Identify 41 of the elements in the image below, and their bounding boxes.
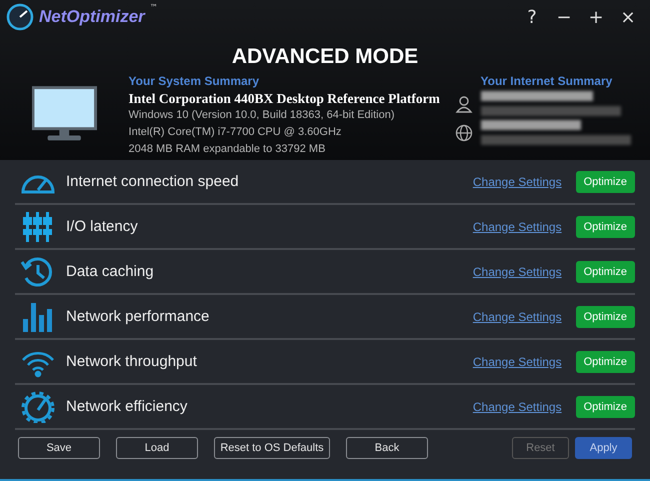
- system-info-line: Intel(R) Core(TM) i7-7700 CPU @ 3.60GHz: [128, 125, 342, 140]
- app-logo-text: NetOptimizer: [39, 7, 145, 27]
- optimization-label: Network efficiency: [66, 398, 188, 415]
- change-settings-link[interactable]: Change Settings: [472, 174, 562, 188]
- user-icon: [454, 94, 473, 112]
- change-settings-link[interactable]: Change Settings: [472, 220, 562, 234]
- optimize-button[interactable]: Optimize: [576, 260, 635, 282]
- system-info-line: Intel Corporation 440BX Desktop Reference Platform: [128, 91, 439, 107]
- trademark: ™: [150, 3, 158, 12]
- help-button[interactable]: ?: [518, 6, 546, 28]
- optimize-button[interactable]: Optimize: [576, 306, 635, 328]
- footer-button[interactable]: Load: [116, 437, 198, 459]
- optimization-label: Network performance: [66, 308, 210, 325]
- change-settings-link[interactable]: Change Settings: [472, 264, 562, 278]
- optimization-label: Network throughput: [66, 353, 198, 370]
- optimization-label: Data caching: [66, 263, 155, 280]
- primary-button[interactable]: Apply: [575, 437, 632, 459]
- optimization-label: Internet connection speed: [66, 173, 240, 190]
- monitor-icon: [32, 86, 97, 142]
- optimization-label: I/O latency: [66, 218, 139, 235]
- system-summary-heading: Your System Summary: [128, 74, 260, 88]
- optimize-button[interactable]: Optimize: [576, 170, 635, 192]
- change-settings-link[interactable]: Change Settings: [472, 354, 562, 368]
- maximize-button[interactable]: +: [582, 6, 610, 28]
- change-settings-link[interactable]: Change Settings: [472, 400, 562, 414]
- gauge-logo-icon: [6, 3, 34, 31]
- optimize-button[interactable]: Optimize: [576, 216, 635, 238]
- footer-button[interactable]: Save: [18, 437, 100, 459]
- close-button[interactable]: ×: [614, 6, 642, 28]
- globe-icon: [454, 124, 473, 142]
- change-settings-link[interactable]: Change Settings: [472, 310, 562, 324]
- mode-title: ADVANCED MODE: [230, 45, 420, 69]
- gear-gauge-icon: [20, 390, 56, 422]
- footer-button[interactable]: Back: [346, 437, 428, 459]
- optimize-button[interactable]: Optimize: [576, 350, 635, 372]
- system-info-line: Windows 10 (Version 10.0, Build 18363, 64-bit Edition): [128, 108, 396, 123]
- internet-summary-heading: Your Internet Summary: [480, 74, 614, 88]
- optimize-button[interactable]: Optimize: [576, 396, 635, 418]
- system-info-line: 2048 MB RAM expandable to 33792 MB: [128, 142, 326, 157]
- minimize-button[interactable]: −: [550, 6, 578, 28]
- footer-button[interactable]: Reset to OS Defaults: [214, 437, 330, 459]
